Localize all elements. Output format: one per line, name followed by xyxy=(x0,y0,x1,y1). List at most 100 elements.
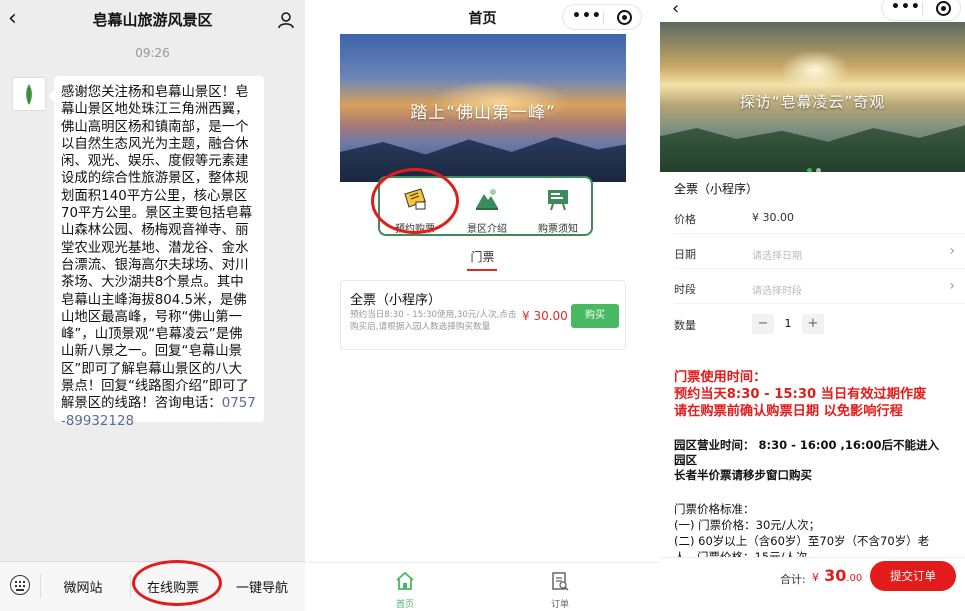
divider xyxy=(922,2,923,15)
highlight-circle xyxy=(371,168,459,234)
chevron-right-icon: › xyxy=(949,243,955,259)
more-icon[interactable]: ••• xyxy=(572,8,602,24)
message-timestamp: 09:26 xyxy=(135,46,170,60)
notice-line: 请在购票前确认购票日期 以免影响行程 xyxy=(674,404,903,419)
tab-label: 订单 xyxy=(550,600,569,610)
checkout-bar: 合计: ¥ 30.00 提交订单 xyxy=(660,557,965,611)
usage-time-notice: 门票使用时间： 预约当天8:30 - 15:30 当日有效过期作废 请在购票前确… xyxy=(674,369,964,420)
scenic-logo-icon xyxy=(26,84,32,105)
price-value: ¥ 30.00 xyxy=(752,211,794,224)
menu-micro-site[interactable]: 微网站 xyxy=(38,577,128,596)
message-line: 山森林公园、杨梅观音禅寺、丽 xyxy=(61,223,249,239)
message-line: 解景区的线路！咨询电话：0757 xyxy=(61,395,256,412)
total-decimal: .00 xyxy=(846,573,863,584)
tab-label: 首页 xyxy=(395,600,414,610)
ticket-card[interactable]: 全票（小程序） 预约当日8:30 - 15:30使用,30元/人次,点击购买后,… xyxy=(340,280,626,350)
phone-link-continued[interactable]: -89932128 xyxy=(61,414,134,429)
date-row[interactable]: 日期 请选择日期 › xyxy=(660,239,965,269)
keyboard-icon[interactable] xyxy=(10,575,30,595)
buy-button[interactable]: 购买 xyxy=(571,304,619,328)
chevron-right-icon: › xyxy=(949,278,955,294)
divider xyxy=(603,11,604,24)
decrement-button[interactable]: − xyxy=(752,314,774,334)
message-bubble: 感谢您关注杨和皂幕山景区！皂 幕山景区地处珠江三角洲西翼， 佛山高明区杨和镇南部… xyxy=(48,76,264,429)
home-screen: 首页 ••• 踏上“佛山第一峰” 预约购票 景区介绍 购票须知 门票 全票（小程… xyxy=(305,0,660,611)
message-line: 茶场、大沙湖共8个景点。其中 xyxy=(61,275,244,291)
phone-link[interactable]: 0757 xyxy=(222,396,256,411)
ticket-name: 全票（小程序） xyxy=(674,182,759,196)
banner-image[interactable]: 踏上“佛山第一峰” xyxy=(340,34,626,182)
currency-symbol: ¥ xyxy=(812,571,819,584)
date-label: 日期 xyxy=(674,248,696,261)
close-miniprogram-icon[interactable] xyxy=(617,10,632,25)
chat-title: 皂幕山旅游风景区 xyxy=(92,11,213,29)
message-line: 感谢您关注杨和皂幕山景区！皂 xyxy=(61,85,249,100)
home-icon xyxy=(396,571,414,590)
banner-sun xyxy=(780,50,850,90)
message-line: 闲、观光、娱乐、度假等元素建 xyxy=(61,154,249,170)
notice-line: 门票使用时间： xyxy=(674,370,767,385)
total-amount: ¥ 30.00 xyxy=(812,566,862,585)
notice-line: 门票价格标准： xyxy=(674,502,755,516)
back-arrow-icon[interactable]: ‹ xyxy=(672,0,679,19)
notice-line: 园区 xyxy=(674,453,697,467)
opening-hours-notice: 园区营业时间： 8:30 - 16:00 ,16:00后不能进入 园区 长者半价… xyxy=(674,438,964,483)
ticket-price: ¥ 30.00 xyxy=(522,309,568,323)
ticket-name: 全票（小程序） xyxy=(350,293,442,308)
capsule-menu: ••• xyxy=(881,0,961,21)
divider xyxy=(674,268,965,269)
highlight-circle xyxy=(132,560,222,606)
notice-line: 预约当天8:30 - 15:30 当日有效过期作废 xyxy=(674,387,927,402)
nav-label: 购票须知 xyxy=(538,224,578,235)
message-line: 皂幕山主峰海拔804.5米，是佛 xyxy=(61,292,247,308)
menu-navigation[interactable]: 一键导航 xyxy=(217,577,305,596)
home-header: 首页 ••• xyxy=(305,0,660,34)
submit-order-button[interactable]: 提交订单 xyxy=(870,561,956,591)
message-line: 设成的综合性旅游景区，整体规 xyxy=(61,171,249,187)
price-row: 价格 ¥ 30.00 xyxy=(660,204,965,234)
mountain-icon xyxy=(476,189,498,210)
more-icon[interactable]: ••• xyxy=(891,0,921,15)
price-standard: 门票价格标准： (一) 门票价格：30元/人次； (二) 60岁以上（含60岁）… xyxy=(674,501,964,561)
notice-line: 长者半价票请移步窗口购买 xyxy=(674,468,812,482)
tab-tickets[interactable]: 门票 xyxy=(305,248,660,265)
notice-line: (一) 门票价格：30元/人次； xyxy=(674,518,821,532)
close-miniprogram-icon[interactable] xyxy=(936,1,951,16)
message-line: -89932128 xyxy=(61,413,256,430)
message-line: 山地区最高峰，号称“佛山第一 xyxy=(61,309,243,325)
quantity-value[interactable]: 1 xyxy=(775,314,801,334)
quantity-label: 数量 xyxy=(674,319,696,332)
divider xyxy=(674,303,965,304)
message-line: 峰”，山顶景观“皂幕凌云”是佛 xyxy=(61,327,243,343)
message-line: 70平方公里。景区主要包括皂幕 xyxy=(61,206,253,222)
total-integer: 30 xyxy=(824,566,847,585)
notice-line: (二) 60岁以上（含60岁）至70岁（不含70岁）老 xyxy=(674,534,930,548)
message-line: 堂农业观光基地、潜龙谷、金水 xyxy=(61,240,249,256)
profile-icon[interactable] xyxy=(277,11,295,29)
message-line: 划面积140平方公里，核心景区 xyxy=(61,188,248,204)
banner-image[interactable]: 探访“皂幕凌云”奇观 xyxy=(660,22,965,172)
date-picker[interactable]: 请选择日期 xyxy=(752,247,802,262)
banner-caption: 探访“皂幕凌云”奇观 xyxy=(739,93,886,111)
banner-caption: 踏上“佛山第一峰” xyxy=(410,103,556,123)
ticket-detail-screen: ‹ ••• 探访“皂幕凌云”奇观 全票（小程序） 价格 ¥ 30.00 日期 请… xyxy=(660,0,965,611)
chat-header: ‹ 皂幕山旅游风景区 xyxy=(0,0,305,40)
message-line: 台漂流、银海高尔夫球场、对川 xyxy=(61,257,249,273)
quantity-stepper: − 1 + xyxy=(752,314,824,334)
chat-screen: ‹ 皂幕山旅游风景区 09:26 感谢您关注杨和皂幕山景区！皂 幕山景区地处珠江… xyxy=(0,0,305,611)
order-icon xyxy=(552,572,569,591)
nav-label: 景区介绍 xyxy=(467,224,507,235)
bottom-tab-bar: 首页 订单 xyxy=(305,562,660,611)
total-label: 合计: xyxy=(780,573,806,586)
notice-line: 园区营业时间： 8:30 - 16:00 ,16:00后不能进入 xyxy=(674,438,939,452)
increment-button[interactable]: + xyxy=(802,314,824,334)
carousel-dots xyxy=(805,158,823,172)
price-label: 价格 xyxy=(674,213,696,226)
message-line: 幕山景区地处珠江三角洲西翼， xyxy=(61,102,249,118)
notice-board-icon xyxy=(548,190,568,211)
avatar[interactable] xyxy=(12,77,46,111)
timeslot-picker[interactable]: 请选择时段 xyxy=(752,282,802,297)
capsule-menu: ••• xyxy=(562,4,642,30)
timeslot-row[interactable]: 时段 请选择时段 › xyxy=(660,274,965,304)
message-line: 以自然生态风光为主题，融合休 xyxy=(61,136,249,152)
